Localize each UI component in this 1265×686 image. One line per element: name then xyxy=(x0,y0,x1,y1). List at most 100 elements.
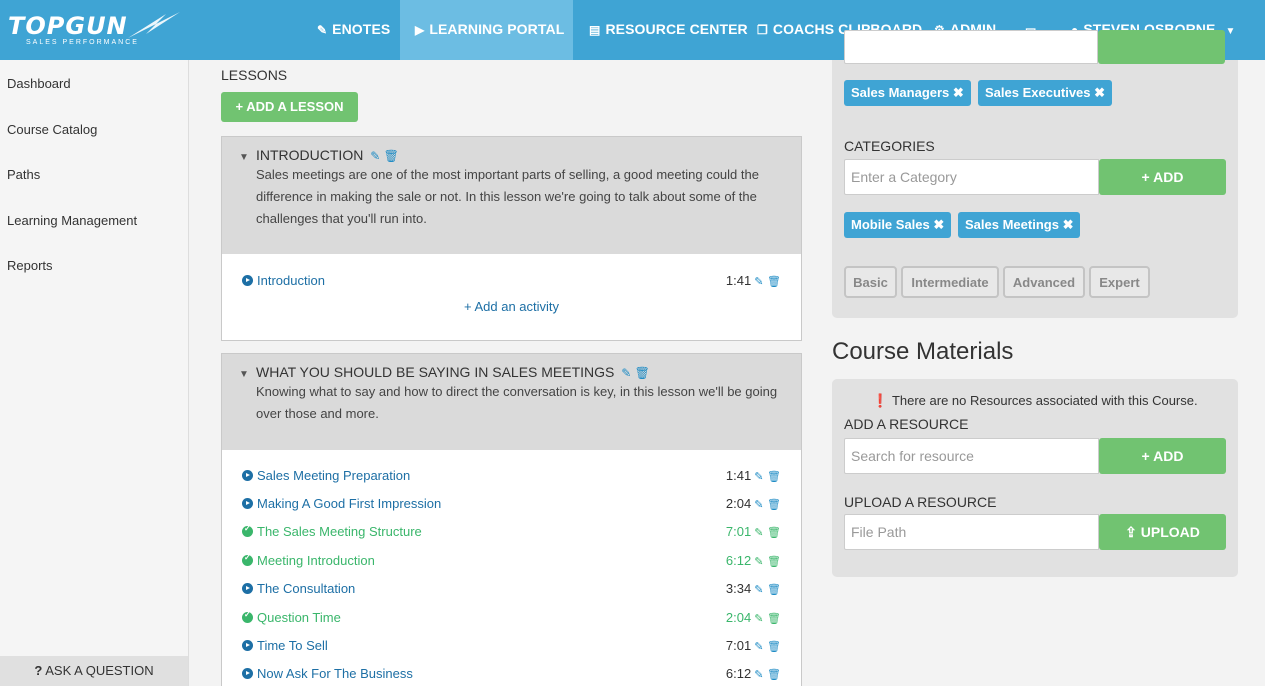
trash-icon[interactable]: 🗑 xyxy=(767,471,781,483)
resource-search-input[interactable]: Search for resource xyxy=(844,438,1099,474)
activity-row[interactable]: Meeting Introduction 6:12✎ 🗑 xyxy=(242,553,781,573)
notice-text: There are no Resources associated with t… xyxy=(891,393,1198,408)
activity-name[interactable]: The Consultation xyxy=(257,581,355,596)
trash-icon[interactable]: 🗑 xyxy=(384,149,399,163)
activity-name[interactable]: Sales Meeting Preparation xyxy=(257,468,410,483)
activity-name[interactable]: Now Ask For The Business xyxy=(257,666,413,681)
sidebar-item-reports[interactable]: Reports xyxy=(7,258,53,273)
activity-row[interactable]: Making A Good First Impression 2:04 ✎ 🗑 xyxy=(242,496,781,516)
activity-name[interactable]: Introduction xyxy=(257,273,325,288)
edit-icon[interactable]: ✎ xyxy=(754,276,763,288)
plus-icon: + xyxy=(1141,448,1150,464)
level-expert-button[interactable]: Expert xyxy=(1089,266,1150,298)
plus-icon: + xyxy=(463,299,472,314)
lessons-heading: LESSONS xyxy=(221,67,288,83)
no-resources-notice: ❗ There are no Resources associated with… xyxy=(832,393,1238,409)
ask-question-button[interactable]: ? ASK A QUESTION xyxy=(0,656,188,686)
trash-icon[interactable]: 🗑 xyxy=(767,276,781,288)
logo-brand: TOPGUN xyxy=(8,12,128,40)
sidebar-item-dashboard[interactable]: Dashboard xyxy=(7,76,71,91)
trash-icon[interactable]: 🗑 xyxy=(767,556,781,568)
upload-button[interactable]: ⇪ UPLOAD xyxy=(1099,514,1226,550)
activity-row[interactable]: Time To Sell 7:01 ✎ 🗑 xyxy=(242,638,781,658)
check-circle-icon xyxy=(242,553,253,566)
main-content: LESSONS + ADD A LESSON ▼ INTRODUCTION ✎ … xyxy=(189,30,1265,686)
nav-resource-center[interactable]: ▤ RESOURCE CENTER xyxy=(589,0,748,60)
trash-icon[interactable]: 🗑 xyxy=(767,499,781,511)
activity-row[interactable]: Now Ask For The Business 6:12 ✎ 🗑 xyxy=(242,666,781,686)
clipboard-icon: ❐ xyxy=(757,23,768,37)
play-circle-icon xyxy=(242,275,253,286)
edit-icon[interactable]: ✎ xyxy=(754,527,763,539)
trash-icon[interactable]: 🗑 xyxy=(767,669,781,681)
audience-input[interactable] xyxy=(844,30,1098,64)
tag-label: Mobile Sales xyxy=(851,217,930,232)
activity-row[interactable]: Introduction 1:41 ✎ 🗑 xyxy=(242,273,781,293)
edit-icon[interactable]: ✎ xyxy=(754,556,763,568)
activity-name[interactable]: Meeting Introduction xyxy=(257,553,375,568)
nav-learning-portal[interactable]: ▶ LEARNING PORTAL xyxy=(400,0,573,60)
caret-down-icon[interactable]: ▼ xyxy=(239,152,249,163)
sidebar-item-paths[interactable]: Paths xyxy=(7,167,40,182)
caret-down-icon[interactable]: ▼ xyxy=(239,369,249,380)
activity-duration: 7:01 xyxy=(725,524,752,539)
topgun-logo[interactable]: TOPGUN SALES PERFORMANCE xyxy=(8,10,180,50)
activity-name[interactable]: Time To Sell xyxy=(257,638,328,653)
edit-icon[interactable]: ✎ xyxy=(754,613,763,625)
level-advanced-button[interactable]: Advanced xyxy=(1003,266,1085,298)
activity-name[interactable]: The Sales Meeting Structure xyxy=(257,524,422,539)
category-add-button[interactable]: + ADD xyxy=(1099,159,1226,195)
add-lesson-button[interactable]: + ADD A LESSON xyxy=(221,92,358,122)
lesson-title-text: WHAT YOU SHOULD BE SAYING IN SALES MEETI… xyxy=(256,364,615,380)
audience-add-button[interactable] xyxy=(1098,30,1225,64)
nav-resource-center-label: RESOURCE CENTER xyxy=(605,21,748,37)
category-input[interactable]: Enter a Category xyxy=(844,159,1099,195)
trash-icon[interactable]: 🗑 xyxy=(767,584,781,596)
upload-button-label: UPLOAD xyxy=(1140,524,1200,540)
tag-label: Sales Managers xyxy=(851,85,950,100)
trash-icon[interactable]: 🗑 xyxy=(767,613,781,625)
play-circle-icon xyxy=(242,498,253,509)
add-activity-link[interactable]: + Add an activity xyxy=(222,299,801,314)
lesson-title-text: INTRODUCTION xyxy=(256,147,364,163)
edit-icon[interactable]: ✎ xyxy=(754,499,763,511)
activity-row[interactable]: The Consultation 3:34 ✎ 🗑 xyxy=(242,581,781,601)
logo-subtitle: SALES PERFORMANCE xyxy=(26,39,139,46)
edit-icon[interactable]: ✎ xyxy=(754,584,763,596)
edit-icon[interactable]: ✎ xyxy=(370,149,380,163)
level-basic-button[interactable]: Basic xyxy=(844,266,897,298)
category-tag: Sales Meetings ✖ xyxy=(958,212,1081,238)
remove-tag-icon[interactable]: ✖ xyxy=(1094,85,1105,100)
trash-icon[interactable]: 🗑 xyxy=(635,366,650,380)
activity-name[interactable]: Making A Good First Impression xyxy=(257,496,441,511)
trash-icon[interactable]: 🗑 xyxy=(767,641,781,653)
activity-row[interactable]: The Sales Meeting Structure 7:01✎ 🗑 xyxy=(242,524,781,544)
edit-icon[interactable]: ✎ xyxy=(621,366,631,380)
nav-enotes[interactable]: ✎ ENOTES xyxy=(317,0,390,60)
edit-icon[interactable]: ✎ xyxy=(754,471,763,483)
play-circle-icon xyxy=(242,640,253,651)
activity-row[interactable]: Question Time 2:04✎ 🗑 xyxy=(242,610,781,630)
resource-add-button[interactable]: + ADD xyxy=(1099,438,1226,474)
add-resource-label: ADD A RESOURCE xyxy=(844,416,969,432)
edit-icon[interactable]: ✎ xyxy=(754,669,763,681)
activity-duration: 6:12 xyxy=(725,666,752,681)
sidebar-item-learning-management[interactable]: Learning Management xyxy=(7,213,137,228)
add-lesson-label: ADD A LESSON xyxy=(246,99,344,114)
level-intermediate-button[interactable]: Intermediate xyxy=(901,266,999,298)
category-add-label: ADD xyxy=(1153,169,1184,185)
remove-tag-icon[interactable]: ✖ xyxy=(933,217,944,232)
remove-tag-icon[interactable]: ✖ xyxy=(1063,217,1074,232)
remove-tag-icon[interactable]: ✖ xyxy=(953,85,964,100)
ask-question-label: ASK A QUESTION xyxy=(45,663,154,678)
categories-label: CATEGORIES xyxy=(844,138,935,154)
sidebar: Dashboard Course Catalog Paths Learning … xyxy=(0,60,189,686)
sidebar-item-course-catalog[interactable]: Course Catalog xyxy=(7,122,97,137)
file-path-input[interactable]: File Path xyxy=(844,514,1099,550)
trash-icon[interactable]: 🗑 xyxy=(767,527,781,539)
activity-name[interactable]: Question Time xyxy=(257,610,341,625)
activity-duration: 1:41 xyxy=(725,273,752,288)
check-circle-icon xyxy=(242,524,253,537)
edit-icon[interactable]: ✎ xyxy=(754,641,763,653)
activity-row[interactable]: Sales Meeting Preparation 1:41 ✎ 🗑 xyxy=(242,468,781,488)
